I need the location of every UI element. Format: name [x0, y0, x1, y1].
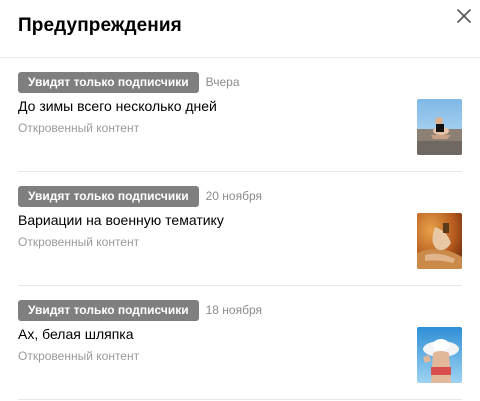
alert-date: 20 ноября: [205, 189, 262, 203]
alert-title[interactable]: Вариации на военную тематику: [18, 212, 224, 228]
alert-thumbnail[interactable]: [417, 327, 462, 383]
alert-title[interactable]: Ах, белая шляпка: [18, 326, 134, 342]
alerts-list: Увидят только подписчики Вчера До зимы в…: [0, 58, 480, 400]
alert-subtitle: Откровенный контент: [18, 349, 140, 363]
hat-photo-thumbnail: [417, 327, 462, 383]
alert-item[interactable]: Увидят только подписчики 18 ноября Ах, б…: [18, 286, 462, 400]
close-icon: [457, 9, 471, 23]
alert-thumbnail[interactable]: [417, 99, 462, 155]
badge-row: Увидят только подписчики 20 ноября: [18, 185, 262, 207]
page-title: Предупреждения: [18, 15, 182, 36]
badge-row: Увидят только подписчики Вчера: [18, 71, 240, 93]
alert-thumbnail[interactable]: [417, 213, 462, 269]
alert-item[interactable]: Увидят только подписчики Вчера До зимы в…: [18, 58, 462, 172]
subscribers-only-badge: Увидят только подписчики: [18, 185, 199, 207]
alert-date: 18 ноября: [205, 303, 262, 317]
badge-row: Увидят только подписчики 18 ноября: [18, 299, 262, 321]
alert-subtitle: Откровенный контент: [18, 121, 140, 135]
subscribers-only-badge: Увидят только подписчики: [18, 71, 199, 93]
subscribers-only-badge: Увидят только подписчики: [18, 299, 199, 321]
close-button[interactable]: [455, 7, 473, 25]
alert-subtitle: Откровенный контент: [18, 235, 140, 249]
alert-item[interactable]: Увидят только подписчики 20 ноября Вариа…: [18, 172, 462, 286]
alert-date: Вчера: [205, 75, 240, 89]
beach-photo-thumbnail: [417, 99, 462, 155]
alert-title[interactable]: До зимы всего несколько дней: [18, 98, 217, 114]
alerts-header: Предупреждения: [0, 0, 480, 58]
desert-photo-thumbnail: [417, 213, 462, 269]
